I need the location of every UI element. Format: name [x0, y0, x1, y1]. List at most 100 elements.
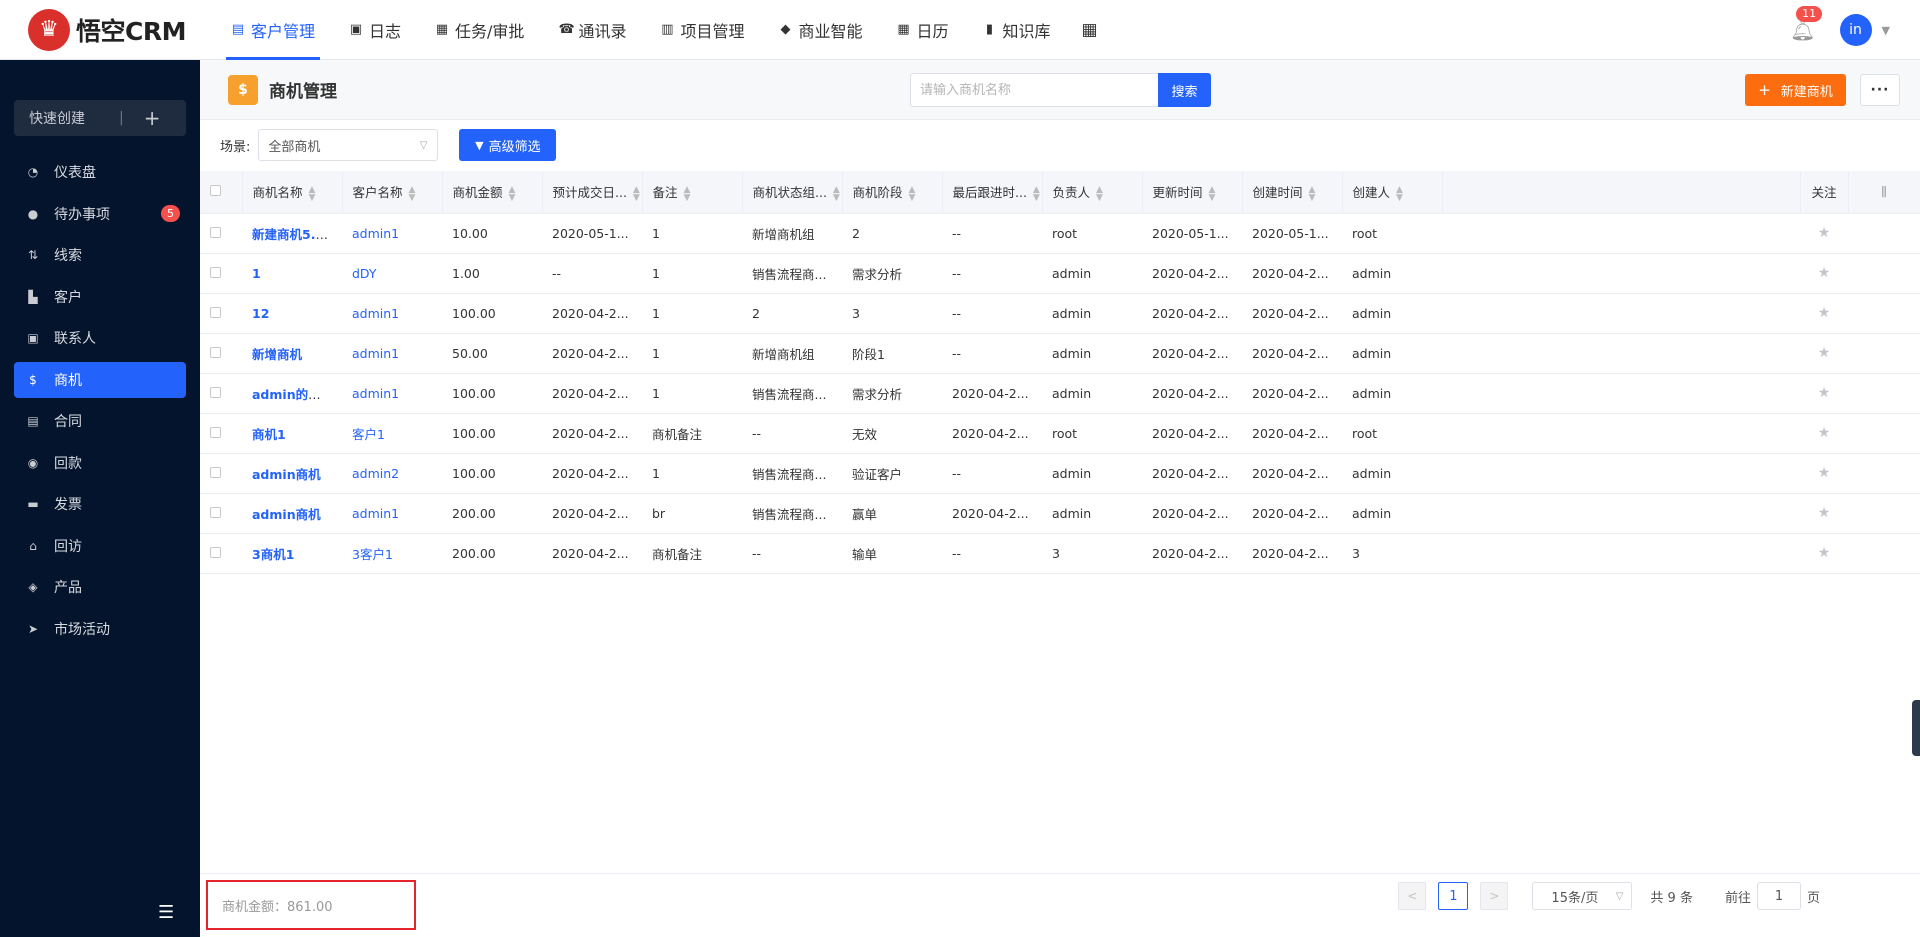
sort-icon[interactable]: ▲ ▼ [409, 185, 416, 202]
sidebar-item-9[interactable]: ⌂ 回访 [14, 528, 186, 564]
nav-item-4[interactable]: ▥ 项目管理 [643, 0, 761, 60]
sort-icon[interactable]: ▲ ▼ [1309, 185, 1316, 202]
column-header[interactable]: 备注 ▲ ▼ [642, 171, 743, 214]
goto-page-input[interactable]: 1 [1756, 882, 1801, 910]
row-checkbox[interactable] [210, 266, 221, 278]
cell-text[interactable]: 客户1 [352, 427, 385, 442]
scene-select[interactable]: 全部商机 ▽ [258, 129, 439, 161]
table-row[interactable]: 新建商机5.13 admin1 10.00 2020-05-1... 1 新增商机组 2 --… [200, 213, 1920, 254]
next-page-button[interactable]: > [1480, 882, 1509, 910]
customer-name-link[interactable]: admin1 [342, 293, 442, 334]
column-header[interactable]: 商机金额 ▲ ▼ [442, 171, 543, 214]
nav-item-5[interactable]: ◆ 商业智能 [761, 0, 879, 60]
table-row[interactable]: admin商机 admin2 100.00 2020-04-2... 1 销售流程商...… [200, 453, 1920, 494]
opportunity-name-link[interactable]: 12 [242, 293, 342, 334]
sidebar-item-10[interactable]: ◈ 产品 [14, 569, 186, 605]
column-header[interactable]: 商机阶段 ▲ ▼ [842, 171, 943, 214]
cell-text[interactable]: admin商机 [252, 507, 321, 522]
cell-text[interactable]: admin商机 [252, 467, 321, 482]
side-drawer-handle[interactable] [1912, 700, 1920, 756]
nav-item-2[interactable]: ▦ 任务/审批 [418, 0, 541, 60]
cell-text[interactable]: admin1 [352, 226, 399, 241]
cell-text[interactable]: admin1 [352, 306, 399, 321]
bell-icon[interactable]: 🔔︎ 11 [1790, 6, 1823, 42]
sidebar-item-6[interactable]: ▤ 合同 [14, 403, 186, 439]
logo[interactable]: ♛ 悟空CRM [0, 8, 200, 51]
row-checkbox[interactable] [210, 226, 221, 238]
opportunity-name-link[interactable]: 新增商机 [242, 333, 342, 374]
table-row[interactable]: 新增商机 admin1 50.00 2020-04-2... 1 新增商机组 阶段1 -- ad… [200, 333, 1920, 374]
advanced-filter-button[interactable]: ▼ 高级筛选 [459, 129, 557, 161]
chevron-down-icon[interactable]: ▼ [1882, 24, 1890, 37]
row-checkbox[interactable] [210, 386, 221, 398]
customer-name-link[interactable]: admin1 [342, 373, 442, 414]
sort-icon[interactable]: ▲ ▼ [1033, 185, 1040, 202]
sidebar-item-0[interactable]: ◔ 仪表盘 [14, 154, 186, 190]
column-header[interactable]: 更新时间 ▲ ▼ [1142, 171, 1243, 214]
sidebar-item-4[interactable]: ▣ 联系人 [14, 320, 186, 356]
follow-star-icon[interactable]: ★ [1800, 293, 1848, 334]
more-button[interactable]: ··· [1860, 74, 1900, 106]
sort-icon[interactable]: ▲ ▼ [684, 185, 691, 202]
cell-text[interactable]: admin1 [352, 506, 399, 521]
sidebar-item-1[interactable]: ● 待办事项 5 [14, 196, 186, 232]
opportunity-name-link[interactable]: admin的商... [242, 373, 342, 414]
sort-icon[interactable]: ▲ ▼ [633, 185, 640, 202]
table-row[interactable]: 商机1 客户1 100.00 2020-04-2... 商机备注 -- 无效 2020-04-… [200, 413, 1920, 454]
cell-text[interactable]: dDY [352, 266, 377, 281]
follow-star-icon[interactable]: ★ [1800, 213, 1848, 254]
customer-name-link[interactable]: admin1 [342, 333, 442, 374]
sort-icon[interactable]: ▲ ▼ [833, 185, 840, 202]
customer-name-link[interactable]: 3客户1 [342, 533, 442, 574]
cell-text[interactable]: admin的商... [252, 387, 335, 402]
collapse-sidebar-icon[interactable]: ☰ [158, 902, 174, 923]
sidebar-item-5[interactable]: $ 商机 [14, 361, 186, 398]
column-header[interactable]: 商机状态组... ▲ ▼ [742, 171, 843, 214]
avatar[interactable]: in [1839, 14, 1872, 46]
column-header[interactable]: 负责人 ▲ ▼ [1042, 171, 1143, 214]
cell-text[interactable]: admin2 [352, 466, 399, 481]
cell-text[interactable]: 1 [252, 266, 261, 281]
opportunity-name-link[interactable]: 3商机1 [242, 533, 342, 574]
quick-create-button[interactable]: 快速创建 | + [14, 100, 186, 136]
apps-grid-icon[interactable]: ▦ [1068, 0, 1112, 60]
cell-text[interactable]: admin1 [352, 346, 399, 361]
sidebar-item-7[interactable]: ◉ 回款 [14, 445, 186, 481]
sort-icon[interactable]: ▲ ▼ [1209, 185, 1216, 202]
plus-icon[interactable]: + [144, 106, 161, 130]
cell-text[interactable]: 新增商机 [252, 347, 302, 362]
table-row[interactable]: admin的商... admin1 100.00 2020-04-2... 1 销售流程商… [200, 373, 1920, 414]
page-size-select[interactable]: 15条/页 ▽ [1532, 882, 1633, 910]
column-header[interactable]: 创建时间 ▲ ▼ [1242, 171, 1343, 214]
customer-name-link[interactable]: 客户1 [342, 413, 442, 454]
nav-item-6[interactable]: ▦ 日历 [879, 0, 965, 60]
nav-item-1[interactable]: ▣ 日志 [332, 0, 418, 60]
sidebar-item-2[interactable]: ⇅ 线索 [14, 237, 186, 273]
row-checkbox[interactable] [210, 346, 221, 358]
sidebar-item-8[interactable]: ▬ 发票 [14, 486, 186, 522]
table-row[interactable]: admin商机 admin1 200.00 2020-04-2... br 销售流程商..… [200, 493, 1920, 534]
nav-item-0[interactable]: ▤ 客户管理 [214, 0, 332, 60]
follow-star-icon[interactable]: ★ [1800, 453, 1848, 494]
cell-text[interactable]: admin1 [352, 386, 399, 401]
sidebar-item-3[interactable]: ▙ 客户 [14, 279, 186, 315]
table-row[interactable]: 1 dDY 1.00 -- 1 销售流程商... 需求分析 -- admin 2020-04-2.… [200, 253, 1920, 294]
column-header[interactable]: 客户名称 ▲ ▼ [342, 171, 443, 214]
cell-text[interactable]: 12 [252, 306, 269, 321]
follow-star-icon[interactable]: ★ [1800, 533, 1848, 574]
follow-star-icon[interactable]: ★ [1800, 493, 1848, 534]
follow-star-icon[interactable]: ★ [1800, 253, 1848, 294]
nav-item-7[interactable]: ▮ 知识库 [966, 0, 1068, 60]
column-settings-icon[interactable]: ⫼ [1881, 184, 1887, 199]
opportunity-name-link[interactable]: admin商机 [242, 493, 342, 534]
column-header[interactable]: 创建人 ▲ ▼ [1342, 171, 1443, 214]
cell-text[interactable]: 商机1 [252, 427, 286, 442]
customer-name-link[interactable]: admin1 [342, 213, 442, 254]
follow-star-icon[interactable]: ★ [1800, 373, 1848, 414]
customer-name-link[interactable]: admin1 [342, 493, 442, 534]
sort-icon[interactable]: ▲ ▼ [909, 185, 916, 202]
customer-name-link[interactable]: admin2 [342, 453, 442, 494]
opportunity-name-link[interactable]: 1 [242, 253, 342, 294]
column-header[interactable]: 预计成交日... ▲ ▼ [542, 171, 643, 214]
search-button[interactable]: 搜索 [1158, 73, 1211, 107]
